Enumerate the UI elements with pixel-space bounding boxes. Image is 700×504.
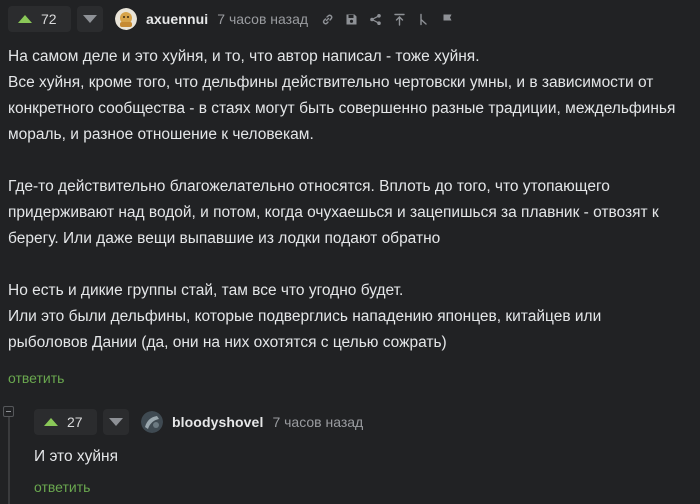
vote-box: 72 bbox=[8, 6, 71, 32]
timestamp[interactable]: 7 часов назад bbox=[272, 414, 363, 430]
reply-comment-header: 27 bloodyshovel 7 часов назад bbox=[34, 407, 363, 437]
save-icon[interactable] bbox=[344, 12, 358, 26]
timestamp[interactable]: 7 часов назад bbox=[217, 11, 308, 27]
avatar[interactable] bbox=[115, 8, 137, 30]
upvote-icon[interactable] bbox=[44, 418, 58, 426]
comment-paragraph: На самом деле и это хуйня, и то, что авт… bbox=[8, 48, 676, 143]
collapse-thread-button[interactable] bbox=[3, 406, 14, 417]
branch-icon[interactable] bbox=[416, 12, 430, 26]
thread-line[interactable] bbox=[8, 412, 10, 504]
username[interactable]: axuennui bbox=[146, 11, 208, 27]
avatar[interactable] bbox=[141, 411, 163, 433]
comment-paragraph: Но есть и дикие группы стай, там все что… bbox=[8, 282, 602, 351]
comment-header: 72 axuennui 7 часов назад bbox=[0, 0, 700, 38]
reply-button[interactable]: ответить bbox=[8, 370, 64, 386]
share-icon[interactable] bbox=[368, 12, 382, 26]
avatar-image bbox=[115, 8, 137, 30]
vote-count: 27 bbox=[67, 414, 83, 430]
username[interactable]: bloodyshovel bbox=[172, 414, 263, 430]
comment-tools bbox=[320, 12, 464, 26]
vote-count: 72 bbox=[41, 11, 57, 27]
downvote-icon bbox=[109, 418, 123, 426]
comment-body: На самом деле и это хуйня, и то, что авт… bbox=[8, 44, 698, 356]
downvote-icon bbox=[83, 15, 97, 23]
vote-box: 27 bbox=[34, 409, 97, 435]
comment-paragraph: Где-то действительно благожелательно отн… bbox=[8, 178, 659, 247]
downvote-button[interactable] bbox=[103, 409, 129, 435]
minus-icon bbox=[6, 411, 11, 412]
jump-to-parent-icon[interactable] bbox=[392, 12, 406, 26]
avatar-image bbox=[141, 411, 163, 433]
link-icon[interactable] bbox=[320, 12, 334, 26]
upvote-icon[interactable] bbox=[18, 15, 32, 23]
report-flag-icon[interactable] bbox=[440, 12, 454, 26]
reply-comment-body: И это хуйня bbox=[34, 448, 118, 465]
downvote-button[interactable] bbox=[77, 6, 103, 32]
reply-button[interactable]: ответить bbox=[34, 479, 90, 495]
